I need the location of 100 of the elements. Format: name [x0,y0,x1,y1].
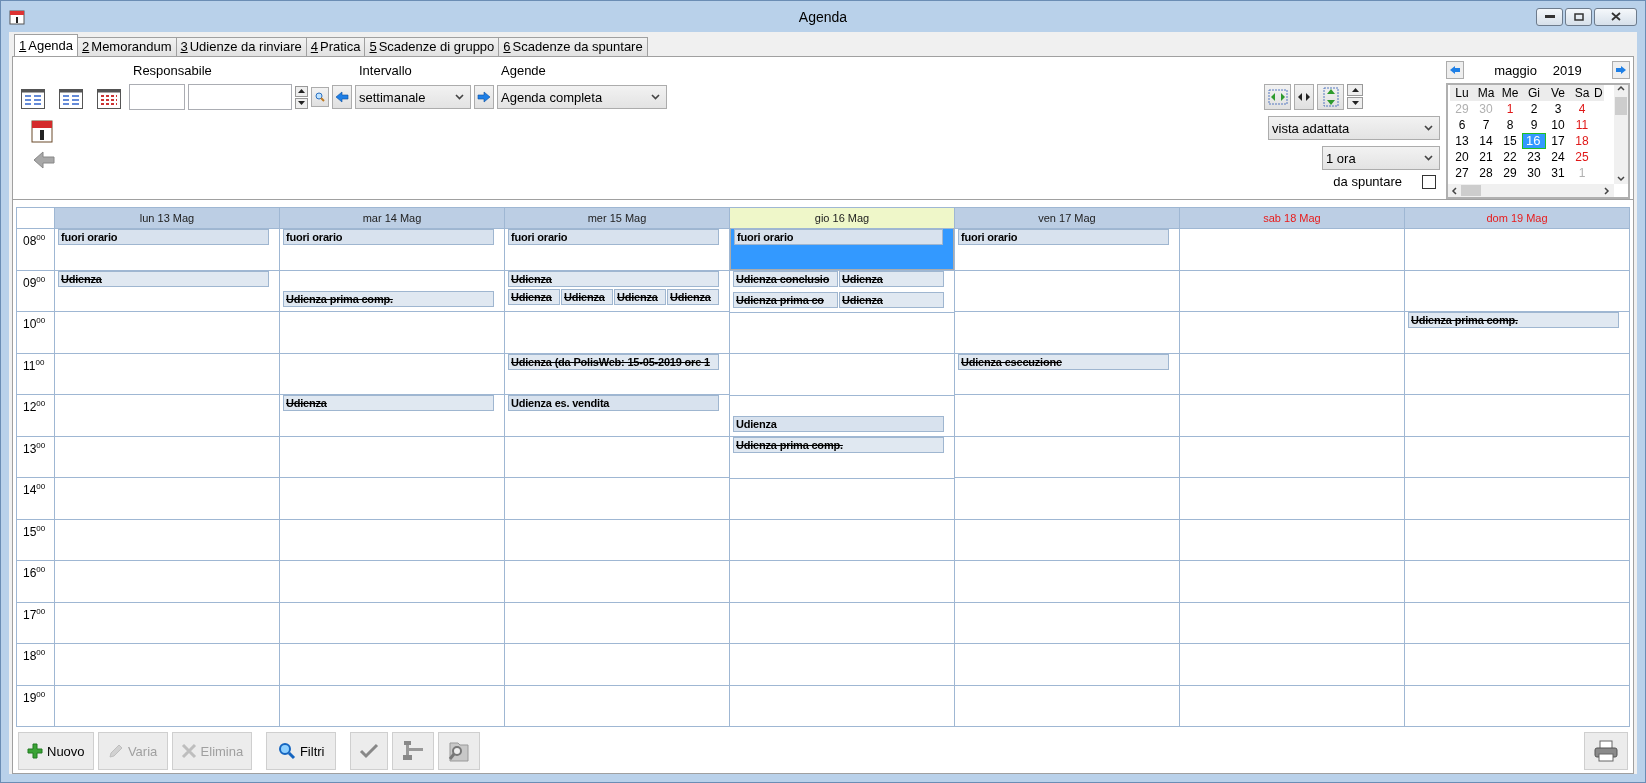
event[interactable]: Udienza [283,395,494,411]
action-button[interactable]: Filtri [266,732,337,770]
calendar-day[interactable]: 6 [1450,116,1474,133]
calendar-day[interactable]: 13 [1450,132,1474,149]
calendar-day[interactable]: 15 [1498,132,1522,149]
scrollbar-thumb[interactable] [1615,96,1627,115]
event[interactable]: Udienza [508,270,719,287]
event[interactable]: fuori orario [508,229,719,245]
event[interactable]: Udienza (da PolisWeb: 15-05-2019 ore 1 [508,353,719,370]
event[interactable]: Udienza [58,270,269,287]
event[interactable]: Udienza conclusio [733,271,838,288]
input-field[interactable] [188,84,292,110]
time-slot[interactable]: Udienza prima comp. [1405,311,1629,353]
scroll-horizontal-button[interactable] [1294,84,1314,110]
time-slot[interactable]: Udienza prima comp. [730,436,954,478]
calendar-day[interactable]: 8 [1498,116,1522,133]
calendar-day[interactable]: 21 [1474,148,1498,165]
checkbox[interactable] [1422,174,1436,189]
time-slot[interactable]: Udienza Udienza Udienza Udienza Udienza [505,269,729,311]
calendar-day[interactable]: 23 [1522,148,1546,165]
calendar-icon[interactable] [31,119,53,143]
spin-down-button[interactable] [295,97,308,109]
agenda-dropdown[interactable]: Agenda completa [497,85,667,109]
calendar-day[interactable]: 30 [1522,164,1546,181]
tab[interactable]: 5 Scadenze di gruppo [364,37,500,56]
calendar-day[interactable]: 2 [1522,100,1546,117]
day-view-icon[interactable] [21,89,45,109]
gavel-button[interactable] [392,732,435,770]
event[interactable]: Udienza [839,271,944,288]
horizontal-scrollbar[interactable] [1448,184,1614,197]
event[interactable]: Udienza [614,288,666,305]
time-slot[interactable]: fuori orario [730,228,954,271]
time-slot[interactable]: Udienza (da PolisWeb: 15-05-2019 ore 1 [505,352,729,394]
previous-button[interactable] [332,85,352,109]
calendar-day[interactable]: 27 [1450,164,1474,181]
calendar-day[interactable]: 3 [1546,100,1570,117]
event[interactable]: Udienza [667,288,719,305]
calendar-day[interactable]: 17 [1546,132,1570,149]
tab[interactable]: 4 Pratica [305,37,366,56]
event[interactable]: Udienza es. vendita [508,395,719,411]
time-slot[interactable]: Udienza [730,394,954,437]
interval-dropdown[interactable]: settimanale [355,85,471,109]
calendar-day[interactable]: 7 [1474,116,1498,133]
tab[interactable]: 2 Memorandum [77,37,177,56]
calendar-day[interactable]: 31 [1546,164,1570,181]
tab[interactable]: 3 Udienze da rinviare [175,37,307,56]
calendar-day[interactable]: 11 [1570,116,1594,133]
calendar-day[interactable]: 20 [1450,148,1474,165]
next-button[interactable] [474,85,494,109]
calendar-day[interactable]: 24 [1546,148,1570,165]
back-arrow-icon[interactable] [33,151,55,169]
previous-month-button[interactable] [1446,61,1464,80]
scrollbar-thumb[interactable] [1461,185,1481,196]
tab[interactable]: 1Agenda [14,34,79,56]
event[interactable]: Udienza prima comp. [283,290,494,307]
vertical-scrollbar[interactable] [1614,84,1628,184]
list-view-icon[interactable] [97,89,121,109]
time-slot[interactable]: fuori orario [55,228,279,270]
next-month-button[interactable] [1612,61,1630,80]
time-slot[interactable]: Udienza es. vendita [505,394,729,436]
input-field[interactable] [129,84,185,110]
maximize-button[interactable] [1565,7,1592,26]
time-slot[interactable]: Udienza [55,269,279,311]
event[interactable]: Udienza esecuzione [958,353,1169,370]
time-slot[interactable]: Udienza prima comp. [280,269,504,311]
calendar-day[interactable]: 1 [1498,100,1522,117]
time-slot[interactable]: Udienza [280,394,504,436]
calendar-day[interactable]: 10 [1546,116,1570,133]
action-button[interactable]: Nuovo [18,732,94,770]
view-dropdown[interactable]: vista adattata [1268,116,1440,140]
event[interactable]: Udienza [508,288,560,305]
calendar-day[interactable]: 22 [1498,148,1522,165]
spin-up-button[interactable] [1347,84,1363,96]
event[interactable]: Udienza prima comp. [1408,312,1619,328]
event[interactable]: fuori orario [283,229,494,245]
check-button[interactable] [350,732,389,770]
folder-search-button[interactable] [438,732,481,770]
event[interactable]: fuori orario [734,229,943,245]
event[interactable]: Udienza [733,415,944,432]
time-slot[interactable]: Udienza esecuzione [955,352,1179,394]
time-slot[interactable]: fuori orario [505,228,729,270]
step-dropdown[interactable]: 1 ora [1322,146,1440,170]
event[interactable]: fuori orario [958,229,1169,245]
calendar-day[interactable]: 14 [1474,132,1498,149]
event[interactable]: Udienza [839,291,944,308]
spin-up-button[interactable] [295,85,308,97]
event[interactable]: fuori orario [58,229,269,245]
minimize-button[interactable] [1536,7,1563,26]
calendar-day[interactable]: 9 [1522,116,1546,133]
calendar-day[interactable]: 28 [1474,164,1498,181]
spin-down-button[interactable] [1347,97,1363,109]
event[interactable]: Udienza prima co [733,291,838,308]
time-slot[interactable]: Udienza conclusio Udienza Udienza prima co Udienza [730,270,954,312]
calendar-day[interactable]: 25 [1570,148,1594,165]
time-slot[interactable]: fuori orario [955,228,1179,270]
printer-button[interactable] [1584,732,1628,770]
calendar-day[interactable]: 4 [1570,100,1594,117]
search-button[interactable] [311,87,329,107]
close-button[interactable] [1594,7,1637,26]
tab[interactable]: 6 Scadenze da spuntare [498,37,648,56]
